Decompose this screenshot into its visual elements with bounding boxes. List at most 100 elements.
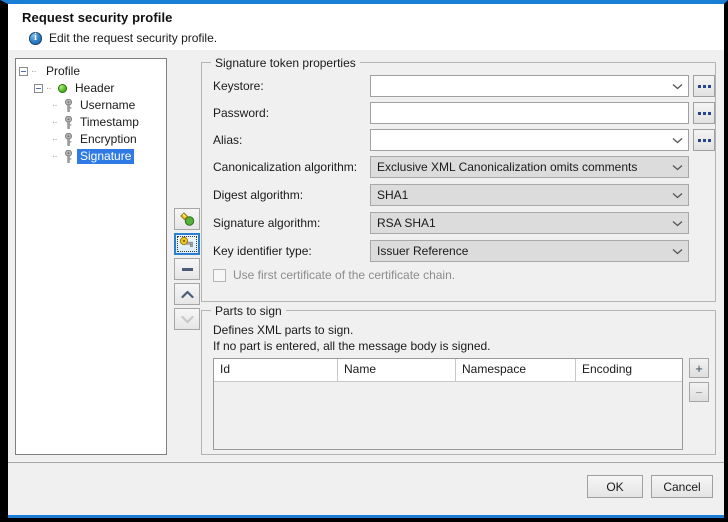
info-icon: [29, 32, 42, 45]
tree-node-label: Signature: [77, 149, 134, 164]
key-identifier-combo[interactable]: Issuer Reference: [370, 240, 689, 262]
key-icon: [64, 133, 73, 146]
tree-node-label: Username: [77, 98, 138, 113]
parts-table-toolbar: + −: [689, 358, 715, 450]
chevron-down-icon[interactable]: [670, 213, 684, 233]
move-up-button[interactable]: [174, 283, 200, 305]
chevron-down-icon[interactable]: [670, 241, 684, 261]
dialog-body: ·· Profile ·· Header ·· Username ··: [8, 50, 724, 463]
remove-item-button[interactable]: [174, 258, 200, 280]
tree-node-signature[interactable]: ·· Signature: [19, 148, 166, 165]
group-title: Signature token properties: [211, 56, 360, 70]
tree-connector: ··: [52, 151, 64, 162]
remove-part-button[interactable]: −: [689, 382, 709, 402]
tree-node-label: Encryption: [77, 132, 140, 147]
keystore-control: [370, 75, 715, 97]
tree-connector: ··: [52, 117, 64, 128]
add-green-icon: [179, 211, 195, 227]
chevron-down-icon: [181, 315, 194, 324]
form-area: Signature token properties Keystore: Pas…: [201, 54, 716, 457]
chevron-down-icon[interactable]: [670, 185, 684, 205]
tree-node-label: Timestamp: [77, 115, 142, 130]
dialog-header: Request security profile Edit the reques…: [8, 4, 724, 50]
column-header-name[interactable]: Name: [338, 359, 456, 381]
tree-node-encryption[interactable]: ·· Encryption: [19, 131, 166, 148]
move-down-button[interactable]: [174, 308, 200, 330]
password-browse-button[interactable]: [693, 102, 715, 124]
digest-combo[interactable]: SHA1: [370, 184, 689, 206]
keystore-combo[interactable]: [370, 75, 689, 97]
cancel-button[interactable]: Cancel: [651, 475, 713, 498]
tree-node-label: Profile: [43, 64, 83, 79]
digest-row: Digest algorithm: SHA1: [202, 184, 715, 206]
password-row: Password:: [202, 102, 715, 124]
signature-algorithm-row: Signature algorithm: RSA SHA1: [202, 212, 715, 234]
canonicalization-value: Exclusive XML Canonicalization omits com…: [377, 157, 670, 177]
chevron-down-icon[interactable]: [670, 157, 684, 177]
group-title: Parts to sign: [211, 304, 286, 318]
alias-browse-button[interactable]: [693, 129, 715, 151]
profile-tree[interactable]: ·· Profile ·· Header ·· Username ··: [15, 58, 167, 455]
canonicalization-combo[interactable]: Exclusive XML Canonicalization omits com…: [370, 156, 689, 178]
dialog-inner: Request security profile Edit the reques…: [8, 4, 724, 518]
password-label: Password:: [202, 106, 370, 120]
tree-node-timestamp[interactable]: ·· Timestamp: [19, 114, 166, 131]
add-part-button[interactable]: +: [689, 358, 709, 378]
dialog-footer: OK Cancel: [8, 462, 724, 515]
use-first-certificate-checkbox[interactable]: [213, 269, 226, 282]
tree-node-username[interactable]: ·· Username: [19, 97, 166, 114]
tree-node-header[interactable]: ·· Header: [19, 80, 166, 97]
signature-algorithm-label: Signature algorithm:: [202, 216, 370, 230]
ok-button[interactable]: OK: [587, 475, 643, 498]
alias-control: [370, 129, 715, 151]
dialog-subtitle-text: Edit the request security profile.: [49, 31, 217, 45]
key-icon: [64, 116, 73, 129]
dialog-subtitle-row: Edit the request security profile.: [22, 31, 724, 45]
tree-connector: ··: [52, 134, 64, 145]
add-item-button[interactable]: [174, 208, 200, 230]
add-key-button[interactable]: [174, 233, 200, 255]
key-icon: [64, 99, 73, 112]
table-body: [214, 382, 682, 450]
add-key-icon: [179, 236, 195, 252]
key-icon: [64, 150, 73, 163]
signature-algorithm-combo[interactable]: RSA SHA1: [370, 212, 689, 234]
key-identifier-control: Issuer Reference: [370, 240, 715, 262]
tree-connector: ··: [31, 66, 43, 77]
expander-minus-icon[interactable]: [34, 84, 43, 93]
keystore-browse-button[interactable]: [693, 75, 715, 97]
page-title: Request security profile: [22, 10, 724, 25]
tree-node-profile[interactable]: ·· Profile: [19, 63, 166, 80]
keystore-label: Keystore:: [202, 79, 370, 93]
parts-to-sign-group: Parts to sign Defines XML parts to sign.…: [201, 310, 716, 455]
parts-description-line2: If no part is entered, all the message b…: [202, 338, 715, 354]
alias-combo[interactable]: [370, 129, 689, 151]
expander-minus-icon[interactable]: [19, 67, 28, 76]
parts-table-wrap: Id Name Namespace Encoding + −: [202, 354, 715, 450]
dialog-window: Request security profile Edit the reques…: [0, 0, 728, 522]
keystore-row: Keystore:: [202, 75, 715, 97]
column-header-encoding[interactable]: Encoding: [576, 359, 682, 381]
key-identifier-row: Key identifier type: Issuer Reference: [202, 240, 715, 262]
table-header-row: Id Name Namespace Encoding: [214, 359, 682, 382]
password-input[interactable]: [370, 102, 689, 124]
green-dot-icon: [58, 84, 67, 93]
alias-label: Alias:: [202, 133, 370, 147]
alias-row: Alias:: [202, 129, 715, 151]
chevron-down-icon[interactable]: [670, 130, 684, 150]
column-header-namespace[interactable]: Namespace: [456, 359, 576, 381]
use-first-certificate-label: Use first certificate of the certificate…: [233, 268, 455, 282]
chevron-down-icon[interactable]: [670, 76, 684, 96]
canonicalization-label: Canonicalization algorithm:: [202, 160, 370, 174]
signature-algorithm-control: RSA SHA1: [370, 212, 715, 234]
digest-control: SHA1: [370, 184, 715, 206]
digest-value: SHA1: [377, 185, 670, 205]
parts-table[interactable]: Id Name Namespace Encoding: [213, 358, 683, 450]
chevron-up-icon: [181, 290, 194, 299]
column-header-id[interactable]: Id: [214, 359, 338, 381]
use-first-certificate-row[interactable]: Use first certificate of the certificate…: [202, 264, 715, 286]
parts-description-line1: Defines XML parts to sign.: [202, 322, 715, 338]
canonicalization-row: Canonicalization algorithm: Exclusive XM…: [202, 156, 715, 178]
key-identifier-value: Issuer Reference: [377, 241, 670, 261]
signature-token-properties-group: Signature token properties Keystore: Pas…: [201, 62, 716, 302]
